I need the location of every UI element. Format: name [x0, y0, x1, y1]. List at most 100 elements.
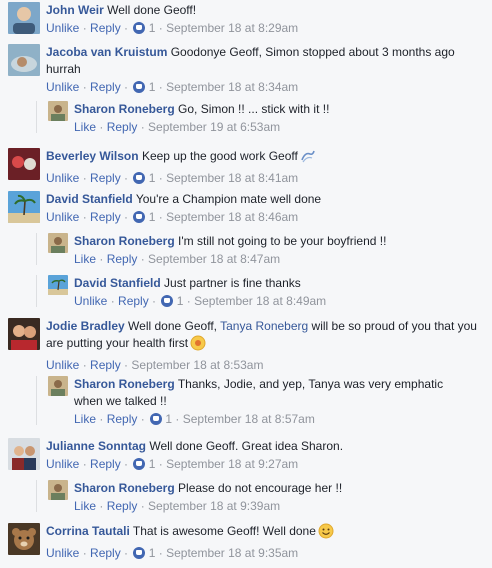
comment-text: Just partner is fine thanks: [164, 276, 301, 290]
like-icon[interactable]: [133, 458, 146, 470]
mention-link[interactable]: Tanya Roneberg: [220, 319, 308, 333]
comment-text: Well done Geoff,: [128, 319, 217, 333]
reply-thread-line: [36, 101, 37, 133]
timestamp[interactable]: September 18 at 8:41am: [166, 171, 298, 185]
author-name[interactable]: Sharon Roneberg: [74, 234, 175, 248]
avatar[interactable]: [8, 148, 40, 180]
timestamp[interactable]: September 18 at 9:35am: [166, 546, 298, 560]
avatar[interactable]: [48, 376, 68, 396]
reply-thread-line: [36, 275, 37, 307]
comment: Julianne Sonntag Well done Geoff. Great …: [8, 438, 486, 472]
avatar[interactable]: [8, 318, 40, 350]
author-name[interactable]: Beverley Wilson: [46, 149, 139, 163]
reply-link[interactable]: Reply: [107, 499, 138, 513]
like-icon[interactable]: [133, 81, 146, 93]
like-link[interactable]: Like: [74, 252, 96, 266]
reply-comment: Sharon Roneberg Thanks, Jodie, and yep, …: [36, 376, 486, 427]
timestamp[interactable]: September 18 at 8:46am: [166, 210, 298, 224]
timestamp[interactable]: September 18 at 9:27am: [166, 457, 298, 471]
avatar[interactable]: [48, 275, 68, 295]
comment-text: Keep up the good work Geoff: [141, 149, 298, 163]
avatar[interactable]: [48, 101, 68, 121]
author-name[interactable]: Sharon Roneberg: [74, 377, 175, 391]
author-name[interactable]: David Stanfield: [74, 276, 161, 290]
reply-thread-line: [36, 480, 37, 512]
reply-link[interactable]: Reply: [107, 252, 138, 266]
reply-comment: Sharon Roneberg I'm still not going to b…: [36, 233, 486, 267]
avatar[interactable]: [8, 438, 40, 470]
author-name[interactable]: John Weir: [46, 3, 104, 17]
reply-link[interactable]: Reply: [90, 80, 121, 94]
comment-text: Please do not encourage her !!: [178, 481, 343, 495]
comment-text: Go, Simon !! ... stick with it !!: [178, 102, 330, 116]
timestamp[interactable]: September 18 at 8:49am: [194, 294, 326, 308]
reply-link[interactable]: Reply: [90, 210, 121, 224]
reply-link[interactable]: Reply: [107, 412, 138, 426]
reply-link[interactable]: Reply: [90, 21, 121, 35]
like-icon[interactable]: [150, 413, 163, 425]
reply-link[interactable]: Reply: [107, 120, 138, 134]
reply-link[interactable]: Reply: [90, 546, 121, 560]
comment-text: That is awesome Geoff! Well done: [132, 524, 316, 538]
like-link[interactable]: Like: [74, 412, 96, 426]
author-name[interactable]: Sharon Roneberg: [74, 481, 175, 495]
comment-text: Well done Geoff!: [107, 3, 197, 17]
comment: Beverley Wilson Keep up the good work Ge…: [8, 148, 486, 186]
like-icon[interactable]: [133, 172, 146, 184]
unlike-link[interactable]: Unlike: [46, 171, 79, 185]
comment: Jacoba van Kruistum Goodonye Geoff, Simo…: [8, 44, 486, 95]
like-link[interactable]: Like: [74, 499, 96, 513]
like-link[interactable]: Like: [74, 120, 96, 134]
unlike-link[interactable]: Unlike: [46, 80, 79, 94]
like-icon[interactable]: [133, 211, 146, 223]
reply-link[interactable]: Reply: [118, 294, 149, 308]
author-name[interactable]: Sharon Roneberg: [74, 102, 175, 116]
avatar[interactable]: [8, 191, 40, 223]
comment: Jodie Bradley Well done Geoff, Tanya Ron…: [8, 318, 486, 373]
timestamp[interactable]: September 18 at 9:39am: [148, 499, 280, 513]
timestamp[interactable]: September 18 at 8:34am: [166, 80, 298, 94]
author-name[interactable]: Jodie Bradley: [46, 319, 125, 333]
like-icon[interactable]: [161, 295, 174, 307]
avatar[interactable]: [8, 44, 40, 76]
reply-thread-line: [36, 376, 37, 425]
timestamp[interactable]: September 18 at 8:57am: [183, 412, 315, 426]
unlike-link[interactable]: Unlike: [46, 210, 79, 224]
timestamp[interactable]: September 18 at 8:29am: [166, 21, 298, 35]
comment-text: I'm still not going to be your boyfriend…: [178, 234, 387, 248]
smile-emoji-icon: [318, 523, 334, 544]
avatar[interactable]: [48, 480, 68, 500]
unlike-link[interactable]: Unlike: [46, 21, 79, 35]
timestamp[interactable]: September 18 at 8:53am: [131, 358, 263, 372]
avatar[interactable]: [8, 523, 40, 555]
avatar[interactable]: [8, 2, 40, 34]
comment-thread: John Weir Well done Geoff! Unlike · Repl…: [0, 0, 492, 568]
reply-link[interactable]: Reply: [90, 457, 121, 471]
author-name[interactable]: Corrina Tautali: [46, 524, 130, 538]
unlike-link[interactable]: Unlike: [74, 294, 107, 308]
unlike-link[interactable]: Unlike: [46, 358, 79, 372]
reply-link[interactable]: Reply: [90, 358, 121, 372]
cheer-emoji-icon: [190, 335, 206, 356]
like-icon[interactable]: [133, 547, 146, 559]
unlike-link[interactable]: Unlike: [46, 457, 79, 471]
author-name[interactable]: Julianne Sonntag: [46, 439, 146, 453]
avatar[interactable]: [48, 233, 68, 253]
timestamp[interactable]: September 18 at 8:47am: [148, 252, 280, 266]
author-name[interactable]: Jacoba van Kruistum: [46, 45, 167, 59]
reply-comment: David Stanfield Just partner is fine tha…: [36, 275, 486, 309]
reply-link[interactable]: Reply: [90, 171, 121, 185]
comment: Corrina Tautali That is awesome Geoff! W…: [8, 523, 486, 561]
reply-comment: Sharon Roneberg Go, Simon !! ... stick w…: [36, 101, 486, 135]
reply-thread-line: [36, 233, 37, 265]
like-icon[interactable]: [133, 22, 146, 34]
unlike-link[interactable]: Unlike: [46, 546, 79, 560]
reply-comment: Sharon Roneberg Please do not encourage …: [36, 480, 486, 514]
comment: David Stanfield You're a Champion mate w…: [8, 191, 486, 225]
timestamp[interactable]: September 19 at 6:53am: [148, 120, 280, 134]
comment-text: You're a Champion mate well done: [135, 192, 322, 206]
wave-emoji-icon: [300, 148, 316, 169]
author-name[interactable]: David Stanfield: [46, 192, 133, 206]
comment-text: Well done Geoff. Great idea Sharon.: [149, 439, 344, 453]
comment: John Weir Well done Geoff! Unlike · Repl…: [8, 2, 486, 36]
